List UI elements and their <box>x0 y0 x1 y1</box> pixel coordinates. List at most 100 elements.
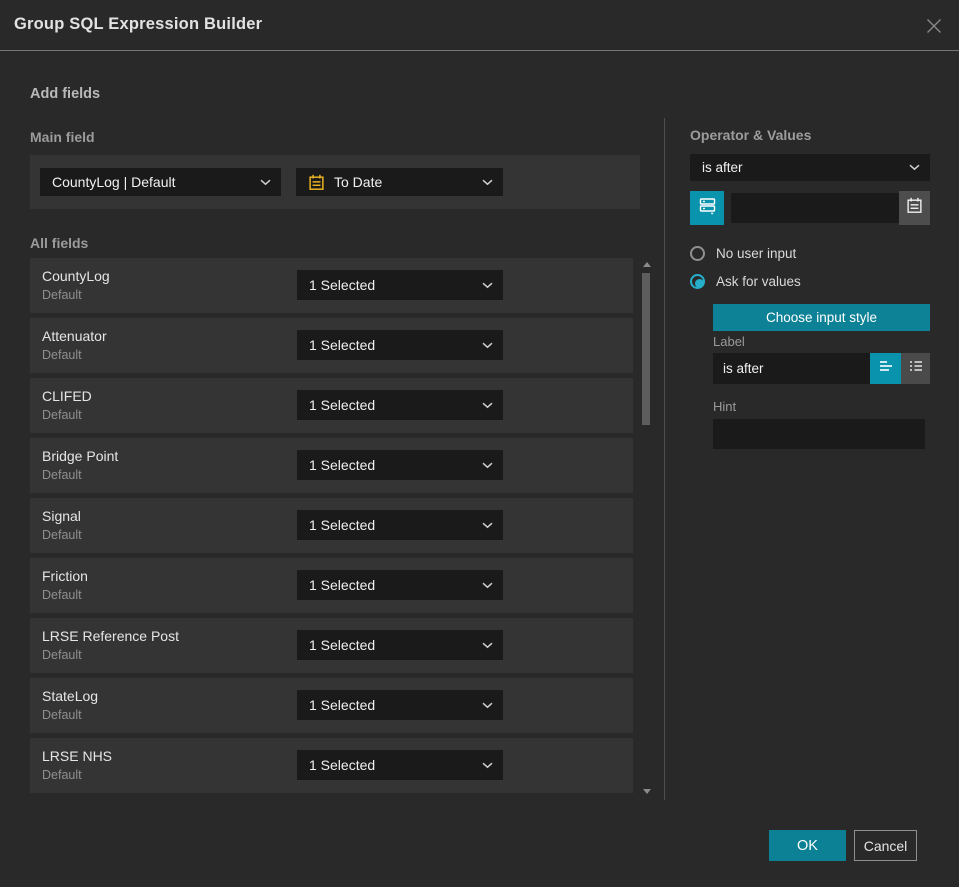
scrollbar-up-arrow-icon[interactable] <box>643 262 651 267</box>
calendar-icon <box>906 197 923 219</box>
chevron-down-icon <box>482 342 493 349</box>
all-fields-heading: All fields <box>30 235 89 251</box>
value-source-button[interactable] <box>690 191 724 225</box>
field-subtitle: Default <box>42 288 82 302</box>
chevron-down-icon <box>260 179 271 186</box>
input-style-list-button[interactable] <box>901 353 930 384</box>
field-subtitle: Default <box>42 348 82 362</box>
scrollbar-down-arrow-icon[interactable] <box>643 789 651 794</box>
stack-select-icon <box>698 196 717 220</box>
field-selection-select[interactable]: 1 Selected <box>297 750 503 780</box>
add-fields-heading: Add fields <box>30 86 101 102</box>
choose-input-style-button[interactable]: Choose input style <box>713 304 930 331</box>
field-selection-value: 1 Selected <box>309 337 376 353</box>
field-selection-select[interactable]: 1 Selected <box>297 630 503 660</box>
main-field-select[interactable]: CountyLog | Default <box>40 168 281 196</box>
operator-select-value: is after <box>702 160 743 175</box>
all-fields-list: CountyLog Default 1 Selected Attenuator … <box>30 258 633 793</box>
hint-caption: Hint <box>713 399 737 414</box>
chevron-down-icon <box>482 642 493 649</box>
field-name: Attenuator <box>42 328 107 344</box>
field-selection-value: 1 Selected <box>309 397 376 413</box>
field-name: Bridge Point <box>42 448 119 464</box>
field-selection-select[interactable]: 1 Selected <box>297 570 503 600</box>
chevron-down-icon <box>482 462 493 469</box>
main-field-heading: Main field <box>30 129 95 145</box>
field-selection-select[interactable]: 1 Selected <box>297 390 503 420</box>
field-row-attenuator: Attenuator Default 1 Selected <box>30 318 633 373</box>
dialog-title: Group SQL Expression Builder <box>14 15 263 33</box>
field-selection-select[interactable]: 1 Selected <box>297 450 503 480</box>
hint-input[interactable] <box>713 419 925 449</box>
radio-circle-selected-icon <box>690 274 705 289</box>
field-selection-value: 1 Selected <box>309 517 376 533</box>
radio-label: No user input <box>716 246 797 261</box>
field-subtitle: Default <box>42 648 82 662</box>
panel-divider <box>664 118 665 800</box>
field-row-statelog: StateLog Default 1 Selected <box>30 678 633 733</box>
scrollbar-thumb[interactable] <box>642 273 650 425</box>
field-row-lrse-nhs: LRSE NHS Default 1 Selected <box>30 738 633 793</box>
field-selection-value: 1 Selected <box>309 697 376 713</box>
value-calendar-button[interactable] <box>899 191 930 225</box>
field-selection-select[interactable]: 1 Selected <box>297 330 503 360</box>
radio-circle-icon <box>690 246 705 261</box>
radio-no-user-input[interactable]: No user input <box>690 246 796 261</box>
close-icon[interactable] <box>925 17 943 35</box>
field-selection-select[interactable]: 1 Selected <box>297 510 503 540</box>
group-sql-expression-builder-dialog: Group SQL Expression Builder Add fields … <box>0 0 959 887</box>
chevron-down-icon <box>482 282 493 289</box>
field-subtitle: Default <box>42 468 82 482</box>
list-icon <box>908 358 924 379</box>
field-name: Signal <box>42 508 81 524</box>
field-selection-value: 1 Selected <box>309 457 376 473</box>
input-style-text-button[interactable] <box>870 353 901 384</box>
field-name: StateLog <box>42 688 99 704</box>
main-field-panel: CountyLog | Default To Date <box>30 155 640 209</box>
field-name: LRSE Reference Post <box>42 628 179 644</box>
field-name: Friction <box>42 568 88 584</box>
field-subtitle: Default <box>42 588 82 602</box>
radio-ask-for-values[interactable]: Ask for values <box>690 274 801 289</box>
label-caption: Label <box>713 334 745 349</box>
main-field-date-select[interactable]: To Date <box>296 168 503 196</box>
radio-label: Ask for values <box>716 274 801 289</box>
field-name: LRSE NHS <box>42 748 113 764</box>
chevron-down-icon <box>482 179 493 186</box>
field-selection-value: 1 Selected <box>309 757 376 773</box>
label-input[interactable] <box>713 353 870 384</box>
operator-values-heading: Operator & Values <box>690 127 812 143</box>
titlebar: Group SQL Expression Builder <box>0 0 959 51</box>
ok-button[interactable]: OK <box>769 830 846 861</box>
chevron-down-icon <box>482 762 493 769</box>
chevron-down-icon <box>482 582 493 589</box>
field-subtitle: Default <box>42 408 82 422</box>
align-left-icon <box>878 358 894 379</box>
chevron-down-icon <box>482 522 493 529</box>
field-selection-select[interactable]: 1 Selected <box>297 690 503 720</box>
chevron-down-icon <box>909 164 920 171</box>
main-field-select-value: CountyLog | Default <box>52 174 176 190</box>
field-row-countylog: CountyLog Default 1 Selected <box>30 258 633 313</box>
field-selection-select[interactable]: 1 Selected <box>297 270 503 300</box>
calendar-icon <box>308 174 325 191</box>
field-name: CountyLog <box>42 268 110 284</box>
field-subtitle: Default <box>42 708 82 722</box>
main-field-date-value: To Date <box>334 174 383 190</box>
field-selection-value: 1 Selected <box>309 637 376 653</box>
chevron-down-icon <box>482 702 493 709</box>
field-row-bridge-point: Bridge Point Default 1 Selected <box>30 438 633 493</box>
cancel-button[interactable]: Cancel <box>854 830 917 861</box>
chevron-down-icon <box>482 402 493 409</box>
operator-select[interactable]: is after <box>690 154 930 181</box>
field-row-lrse-reference-post: LRSE Reference Post Default 1 Selected <box>30 618 633 673</box>
field-selection-value: 1 Selected <box>309 277 376 293</box>
field-selection-value: 1 Selected <box>309 577 376 593</box>
field-row-signal: Signal Default 1 Selected <box>30 498 633 553</box>
field-row-friction: Friction Default 1 Selected <box>30 558 633 613</box>
field-name: CLIFED <box>42 388 92 404</box>
field-row-clifed: CLIFED Default 1 Selected <box>30 378 633 433</box>
field-subtitle: Default <box>42 528 82 542</box>
field-subtitle: Default <box>42 768 82 782</box>
value-input[interactable] <box>731 193 899 223</box>
